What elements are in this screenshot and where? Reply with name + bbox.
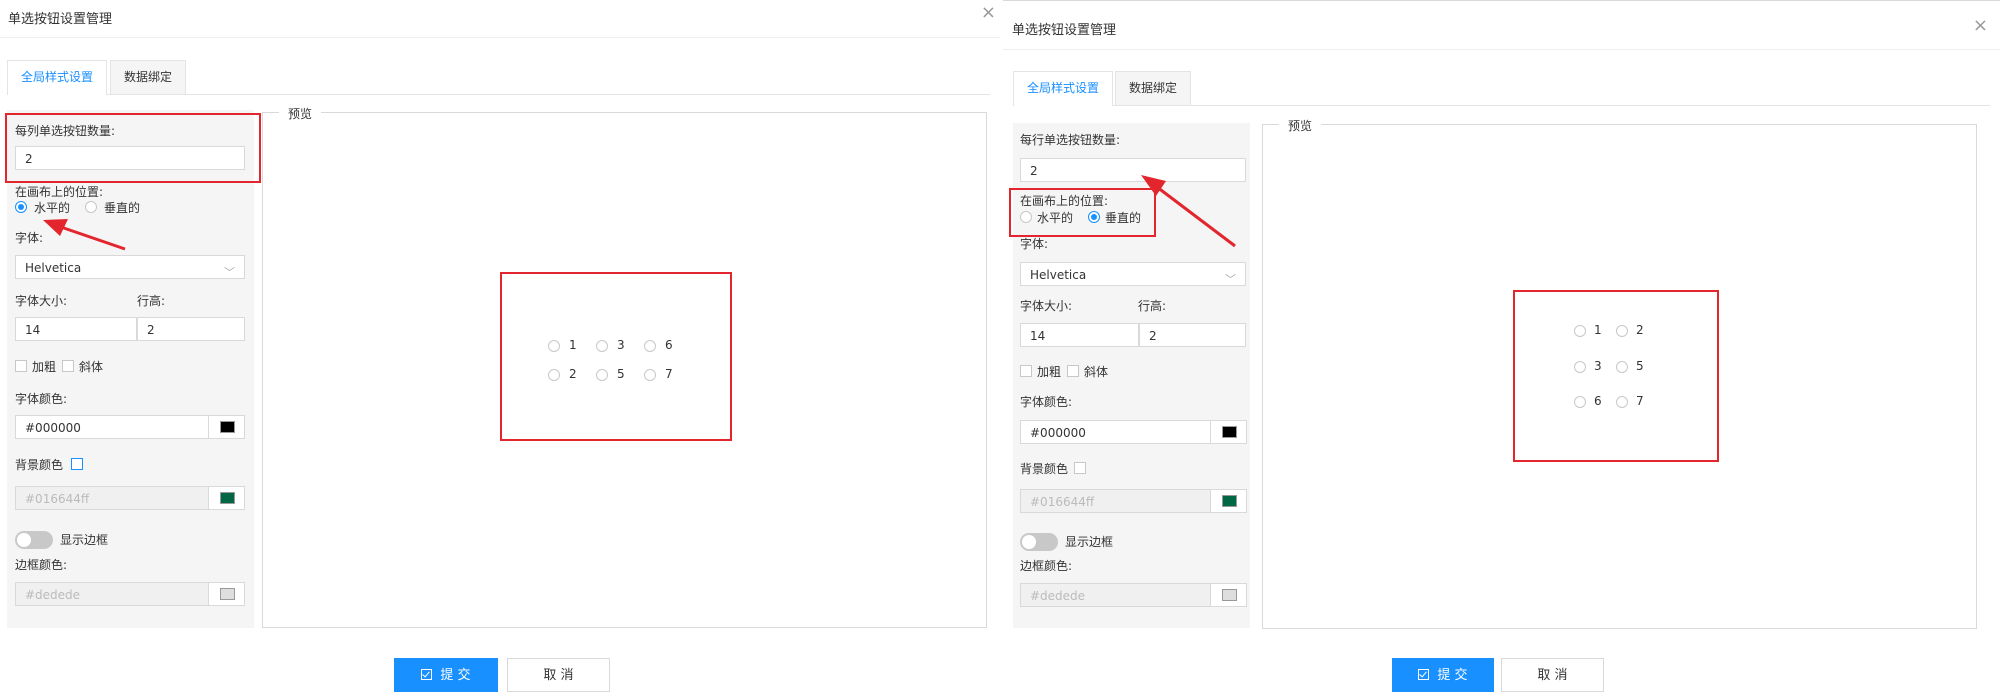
- annotation-arrow: [1141, 175, 1236, 248]
- checkbox-edit-icon: [421, 669, 433, 680]
- cancel-button[interactable]: 取 消: [507, 658, 610, 692]
- cancel-button[interactable]: 取 消: [1501, 658, 1604, 692]
- submit-label: 提 交: [1437, 668, 1468, 683]
- submit-label: 提 交: [440, 668, 471, 683]
- dialog-right: 单选按钮设置管理 × 全局样式设置 数据绑定 每行单选按钮数量: 2 在画布上的…: [1003, 0, 2000, 697]
- annotation-arrow: [43, 219, 126, 251]
- checkbox-edit-icon: [1418, 669, 1430, 680]
- dialog-left: 单选按钮设置管理 × 全局样式设置 数据绑定 每列单选按钮数量: 2 在画布上的…: [0, 0, 1000, 696]
- submit-button[interactable]: 提 交: [394, 658, 498, 692]
- submit-button[interactable]: 提 交: [1392, 658, 1494, 692]
